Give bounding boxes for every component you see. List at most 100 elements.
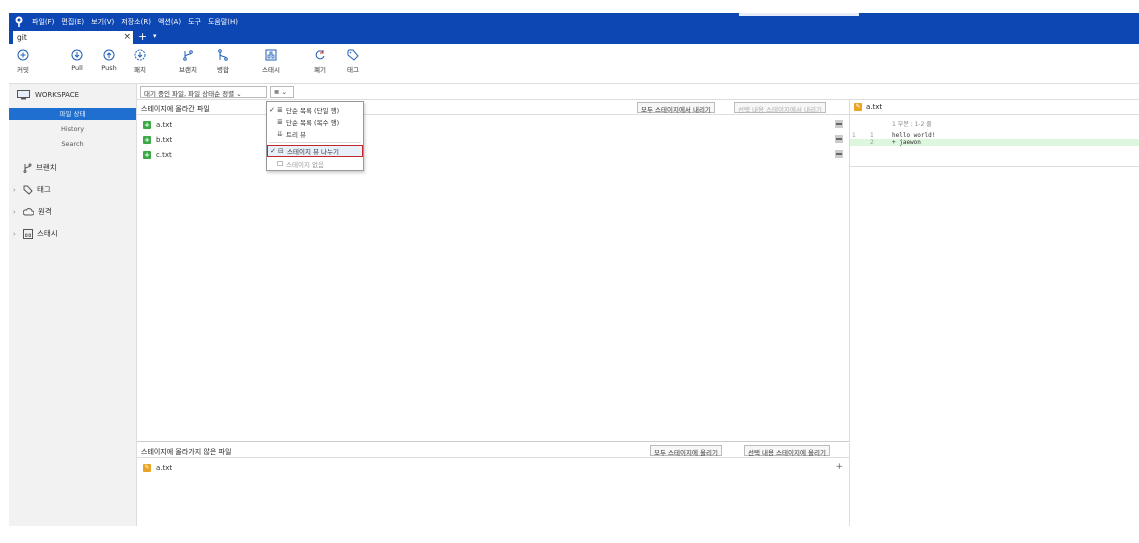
new-line-number: 1 [870,132,874,139]
fetch-button[interactable]: 패치 [129,49,151,74]
push-button[interactable]: Push [97,49,121,72]
view-mode-dropdown[interactable]: ≣ ⌄ [270,86,294,98]
pull-button[interactable]: Pull [65,49,89,72]
unstaged-file-row[interactable]: ✎ a.txt + [143,462,843,474]
commit-button[interactable]: 커밋 [11,49,35,74]
sidebar-group-branches[interactable]: 브랜치 [13,162,57,173]
sidebar-item-file-status[interactable]: 파일 상태 [9,108,136,120]
sidebar-group-remotes[interactable]: › 원격 [13,206,52,217]
menu-view[interactable]: 보기(V) [91,17,114,27]
sidebar-group-stashes[interactable]: › 스태시 [13,228,58,239]
fetch-icon [134,49,146,61]
branch-button[interactable]: 브랜치 [175,49,201,74]
diff-file-name: a.txt [866,103,883,111]
branch-icon [183,50,193,61]
unstage-file-icon[interactable] [835,135,843,143]
staged-file-row[interactable]: + a.txt [143,119,843,131]
stage-selected-button[interactable]: 선택 내용 스테이지에 올리기 [744,445,830,457]
old-line-number: 1 [852,132,856,139]
stage-all-button[interactable]: 모두 스테이지에 올리기 [650,445,722,457]
menu-item-no-staging[interactable]: ☐ 스테이지 없음 [267,158,363,170]
staged-file-row[interactable]: + c.txt [143,149,843,161]
list-icon: ≣ [277,106,283,114]
title-bar: 파일(F) 편집(E) 보기(V) 저장소(R) 액션(A) 도구 도움말(H) [9,13,1139,30]
monitor-icon [17,90,30,100]
diff-line-added[interactable]: 2 + jaewon [850,139,1139,146]
workspace-header: WORKSPACE [17,90,79,100]
tab-git[interactable]: git × [13,31,133,44]
hunk-header: 1 부분 : 1-2 줄 [892,121,932,128]
added-icon: + [143,121,151,129]
chevron-right-icon[interactable]: › [13,208,19,216]
sidebar-group-tags[interactable]: › 태그 [13,184,51,195]
menu-file[interactable]: 파일(F) [32,17,54,27]
discard-icon [315,50,325,60]
sourcetree-window: 파일(F) 편집(E) 보기(V) 저장소(R) 액션(A) 도구 도움말(H)… [9,13,1139,526]
menu-tools[interactable]: 도구 [188,17,201,27]
staged-header: 스테이지에 올라간 파일 모두 스테이지에서 내리기 선택 내용 스테이지에서 … [137,100,850,115]
modified-icon: ✎ [854,103,862,111]
file-name: b.txt [156,136,173,144]
diff-header: ✎ a.txt [850,100,1139,115]
menu-item-split-stage-view[interactable]: ✓ ⊟ 스테이지 뷰 나누기 [267,145,363,157]
diff-code: + jaewon [892,139,921,146]
file-name: a.txt [156,464,173,472]
unstage-file-icon[interactable] [835,120,843,128]
tab-dropdown-icon[interactable]: ▾ [153,32,157,40]
app-logo-icon [15,16,23,27]
tag-icon [23,185,33,195]
new-line-number: 2 [870,139,874,146]
file-name: c.txt [156,151,172,159]
diff-panel: ✎ a.txt 1 부분 : 1-2 줄 1 1 hello world! 2 … [850,100,1139,526]
menu-item-flat-multi[interactable]: ≣ 단순 목록 (복수 행) [267,116,363,128]
unstage-selected-button[interactable]: 선택 내용 스테이지에서 내리기 [734,102,826,114]
merge-button[interactable]: 병합 [212,49,234,74]
menu-repository[interactable]: 저장소(R) [121,17,151,27]
menu-actions[interactable]: 액션(A) [158,17,181,27]
tree-icon: ⇊ [277,130,283,138]
new-tab-button[interactable]: + [138,30,147,43]
checkbox-icon: ☐ [277,160,284,168]
stage-file-icon[interactable]: + [835,462,843,472]
merge-icon [218,49,228,61]
sidebar: WORKSPACE 파일 상태 History Search 브랜치 › 태그 … [9,84,137,526]
discard-button[interactable]: 폐기 [309,49,331,74]
added-icon: + [143,136,151,144]
menu-help[interactable]: 도움말(H) [208,17,238,27]
push-icon [103,49,115,61]
unstage-all-button[interactable]: 모두 스테이지에서 내리기 [637,102,715,114]
staged-title: 스테이지에 올라간 파일 [141,105,210,113]
cloud-icon [23,207,34,215]
sidebar-item-history[interactable]: History [9,123,136,135]
divider [850,166,1139,167]
titlebar-accent [739,13,859,16]
unstage-file-icon[interactable] [835,150,843,158]
view-mode-menu: ✓ ≣ 단순 목록 (단일 행) ≣ 단순 목록 (복수 행) ⇊ 트리 뷰 ✓… [266,101,364,171]
staged-files-panel: 스테이지에 올라간 파일 모두 스테이지에서 내리기 선택 내용 스테이지에서 … [137,100,850,442]
tab-label: git [17,33,27,42]
menu-item-tree-view[interactable]: ⇊ 트리 뷰 [267,128,363,140]
sort-filter-dropdown[interactable]: 대기 중인 파일, 파일 상태순 정렬 ⌄ [140,86,267,98]
staged-file-row[interactable]: + b.txt [143,134,843,146]
chevron-right-icon[interactable]: › [13,186,19,194]
file-name: a.txt [156,121,173,129]
branch-icon [23,163,32,173]
check-icon: ✓ [270,147,276,155]
tab-bar: git × + ▾ [9,30,1139,44]
unstaged-header: 스테이지에 올라가지 않은 파일 모두 스테이지에 올리기 선택 내용 스테이지… [137,443,850,458]
close-icon[interactable]: × [123,32,131,42]
diff-file-label: ✎ a.txt [854,103,882,111]
menu-edit[interactable]: 편집(E) [61,17,84,27]
sidebar-item-search[interactable]: Search [9,138,136,150]
modified-icon: ✎ [143,464,151,472]
menu-item-flat-single[interactable]: ✓ ≣ 단순 목록 (단일 행) [267,104,363,116]
filter-bar: 대기 중인 파일, 파일 상태순 정렬 ⌄ ≣ ⌄ [137,84,1139,100]
list-icon: ≣ [277,118,283,126]
stash-button[interactable]: 스태시 [259,49,283,74]
diff-line[interactable]: 1 1 hello world! [850,132,1139,139]
pull-icon [71,49,83,61]
stash-icon [265,49,277,61]
chevron-right-icon[interactable]: › [13,230,19,238]
tag-button[interactable]: 태그 [342,49,364,74]
stash-icon [23,228,33,239]
